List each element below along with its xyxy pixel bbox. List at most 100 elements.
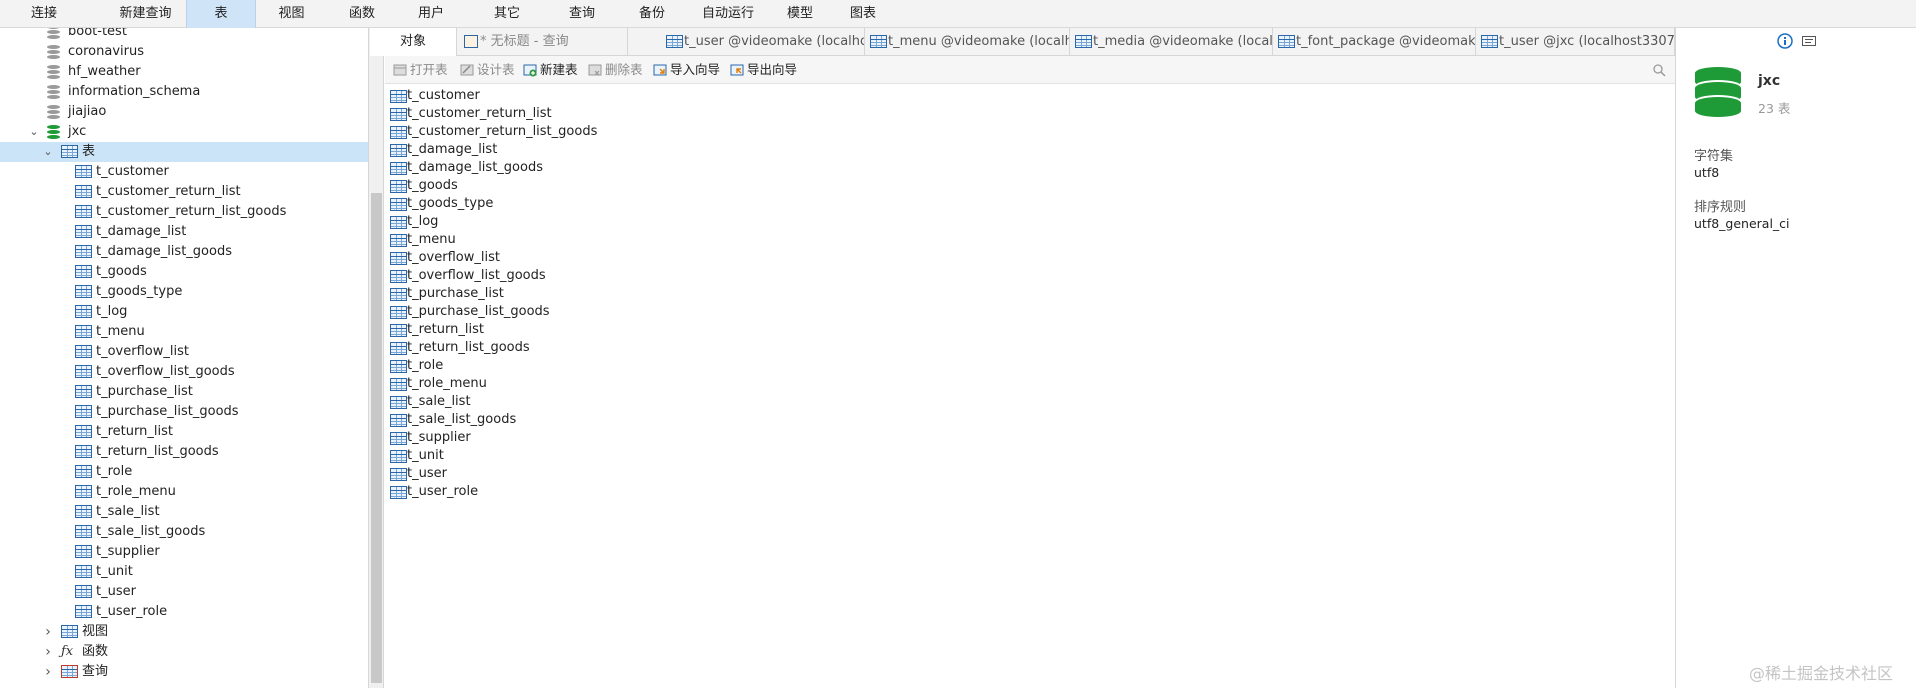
tree-table-item[interactable]: t_damage_list_goods — [0, 242, 368, 262]
menu-item-8[interactable]: 备份 — [618, 0, 686, 28]
tree-node-label: 视图 — [82, 624, 109, 639]
object-list-item[interactable]: t_return_list_goods — [387, 339, 687, 357]
ddl-icon[interactable] — [1802, 34, 1816, 48]
object-list-item[interactable]: t_role_menu — [387, 375, 687, 393]
object-list-item[interactable]: t_purchase_list_goods — [387, 303, 687, 321]
info-icon[interactable] — [1777, 33, 1793, 49]
tree-table-item[interactable]: t_return_list — [0, 422, 368, 442]
object-list-item[interactable]: t_log — [387, 213, 687, 231]
object-list-item[interactable]: t_sale_list_goods — [387, 411, 687, 429]
tab-3[interactable]: t_media @videomake (local... — [1071, 28, 1273, 56]
tree-node-view[interactable]: › 视图 — [0, 622, 368, 642]
tree-node-function[interactable]: › ƒx 函数 — [0, 642, 368, 662]
tree-table-item[interactable]: t_sale_list — [0, 502, 368, 522]
tree-db-coronavirus[interactable]: coronavirus — [0, 42, 368, 62]
tree-table-item[interactable]: t_customer_return_list_goods — [0, 202, 368, 222]
tree-table-label: t_menu — [96, 324, 145, 339]
tab-1[interactable]: t_user @videomake (localho... — [662, 28, 865, 56]
tree-table-item[interactable]: t_damage_list — [0, 222, 368, 242]
table-icon — [390, 450, 407, 463]
object-list-item[interactable]: t_damage_list — [387, 141, 687, 159]
tree-table-item[interactable]: t_overflow_list — [0, 342, 368, 362]
table-icon — [390, 234, 407, 247]
tree-table-item[interactable]: t_user — [0, 582, 368, 602]
object-list-label: t_return_list_goods — [407, 340, 530, 355]
object-list-item[interactable]: t_role — [387, 357, 687, 375]
menu-item-7[interactable]: 查询 — [555, 0, 609, 28]
object-list-item[interactable]: t_return_list — [387, 321, 687, 339]
object-list-item[interactable]: t_customer — [387, 87, 687, 105]
tree-db-boot-test[interactable]: boot-test — [0, 28, 368, 42]
tab-2[interactable]: t_menu @videomake (localh... — [866, 28, 1070, 56]
tree-table-item[interactable]: t_log — [0, 302, 368, 322]
tab-0[interactable]: * 无标题 - 查询 — [458, 28, 628, 56]
object-list-item[interactable]: t_supplier — [387, 429, 687, 447]
menu-item-3[interactable]: 视图 — [264, 0, 319, 28]
search-icon[interactable] — [1653, 64, 1666, 77]
chevron-down-icon[interactable]: ⌄ — [28, 122, 40, 142]
object-list-item[interactable]: t_customer_return_list_goods — [387, 123, 687, 141]
tree-table-item[interactable]: t_return_list_goods — [0, 442, 368, 462]
object-list-item[interactable]: t_menu — [387, 231, 687, 249]
chevron-down-icon[interactable]: ⌄ — [42, 142, 54, 162]
tree-table-item[interactable]: t_user_role — [0, 602, 368, 622]
object-list-item[interactable]: t_unit — [387, 447, 687, 465]
tree-table-item[interactable]: t_supplier — [0, 542, 368, 562]
tree-db-current[interactable]: ⌄ jxc — [0, 122, 368, 142]
menu-item-6[interactable]: 其它 — [478, 0, 536, 28]
tree-table-item[interactable]: t_role_menu — [0, 482, 368, 502]
tree-table-item[interactable]: t_customer_return_list — [0, 182, 368, 202]
tree-table-item[interactable]: t_goods — [0, 262, 368, 282]
tree-db-label: hf_weather — [68, 64, 141, 79]
tab-4[interactable]: t_font_package @videomak... — [1274, 28, 1476, 56]
object-list-item[interactable]: t_goods_type — [387, 195, 687, 213]
object-list-item[interactable]: t_sale_list — [387, 393, 687, 411]
tree-node-query[interactable]: › 查询 — [0, 662, 368, 682]
tree-db-hf_weather[interactable]: hf_weather — [0, 62, 368, 82]
menu-item-2[interactable]: 表 — [186, 0, 256, 28]
tree-table-item[interactable]: t_goods_type — [0, 282, 368, 302]
tree-node-tables[interactable]: ⌄ 表 — [0, 142, 368, 162]
collation-value: utf8_general_ci — [1694, 216, 1790, 231]
table-icon — [390, 378, 407, 391]
object-list-item[interactable]: t_user_role — [387, 483, 687, 501]
tree-db-jiajiao[interactable]: jiajiao — [0, 102, 368, 122]
tree-table-item[interactable]: t_unit — [0, 562, 368, 582]
tree-scrollbar[interactable] — [369, 28, 384, 688]
menu-item-9[interactable]: 自动运行 — [698, 0, 758, 28]
object-list-item[interactable]: t_overflow_list_goods — [387, 267, 687, 285]
tab-objects[interactable]: 对象 — [370, 28, 457, 56]
object-list-item[interactable]: t_customer_return_list — [387, 105, 687, 123]
menu-item-0[interactable]: 连接 — [20, 0, 68, 28]
table-icon — [390, 144, 407, 157]
tree-table-item[interactable]: t_purchase_list_goods — [0, 402, 368, 422]
tree-table-item[interactable]: t_customer — [0, 162, 368, 182]
object-list-label: t_purchase_list — [407, 286, 504, 301]
tree-table-label: t_unit — [96, 564, 133, 579]
object-list-item[interactable]: t_purchase_list — [387, 285, 687, 303]
tree-table-label: t_purchase_list — [96, 384, 193, 399]
menu-item-5[interactable]: 用户 — [405, 0, 457, 28]
tab-5[interactable]: t_user @jxc (localhost3307) ... — [1477, 28, 1675, 56]
object-list-item[interactable]: t_user — [387, 465, 687, 483]
tree-table-item[interactable]: t_role — [0, 462, 368, 482]
object-list-item[interactable]: t_overflow_list — [387, 249, 687, 267]
menu-item-10[interactable]: 模型 — [770, 0, 830, 28]
menu-item-11[interactable]: 图表 — [838, 0, 888, 28]
object-list-item[interactable]: t_goods — [387, 177, 687, 195]
table-icon — [390, 90, 407, 103]
export-wizard-icon — [730, 64, 744, 76]
chevron-right-icon[interactable]: › — [42, 642, 54, 662]
tree-scrollbar-thumb[interactable] — [371, 193, 382, 683]
chevron-right-icon[interactable]: › — [42, 662, 54, 682]
tree-table-item[interactable]: t_sale_list_goods — [0, 522, 368, 542]
tree-db-information_schema[interactable]: information_schema — [0, 82, 368, 102]
tree-table-item[interactable]: t_purchase_list — [0, 382, 368, 402]
tree-table-item[interactable]: t_overflow_list_goods — [0, 362, 368, 382]
tree-table-item[interactable]: t_menu — [0, 322, 368, 342]
menu-item-4[interactable]: 函数 — [336, 0, 388, 28]
object-list-item[interactable]: t_damage_list_goods — [387, 159, 687, 177]
table-icon — [1481, 35, 1498, 48]
object-list-label: t_return_list — [407, 322, 484, 337]
chevron-right-icon[interactable]: › — [42, 622, 54, 642]
